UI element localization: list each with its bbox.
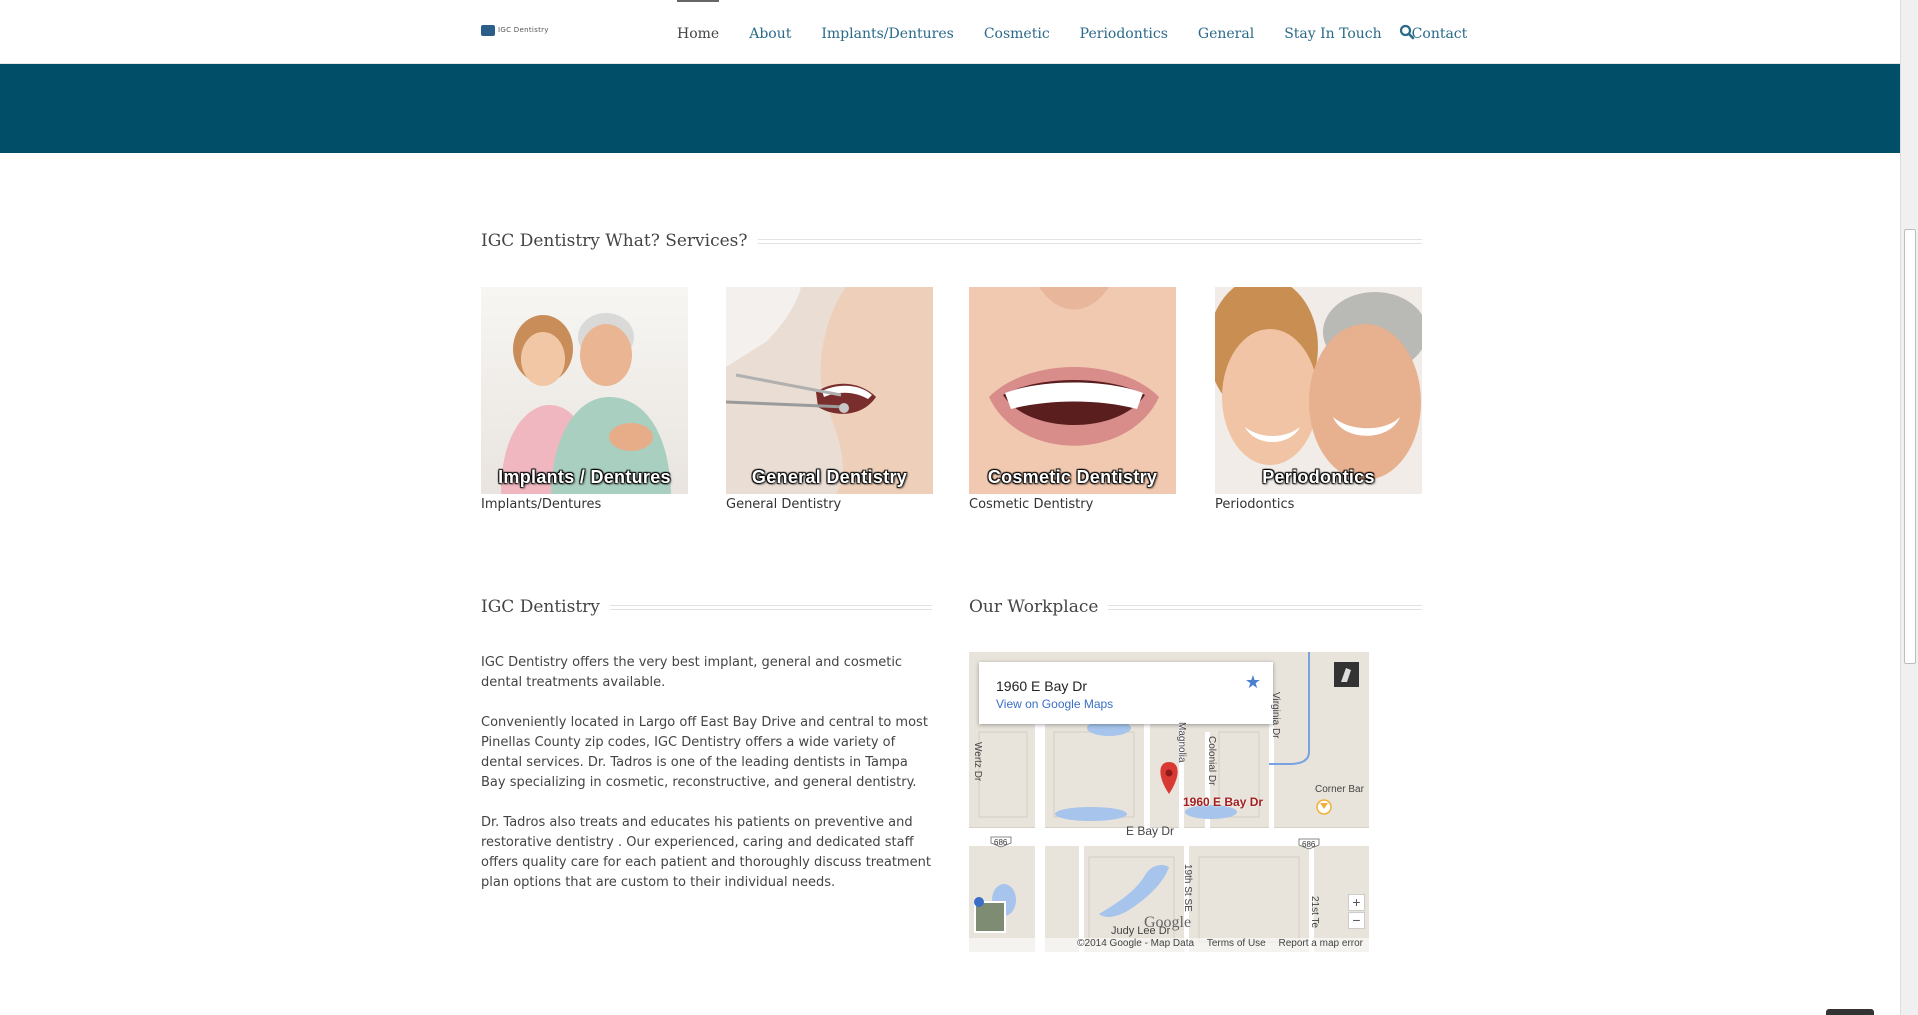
service-caption[interactable]: General Dentistry bbox=[726, 497, 933, 512]
main-nav: Home About Implants/Dentures Cosmetic Pe… bbox=[662, 0, 1482, 64]
back-to-top-tab[interactable] bbox=[1826, 1009, 1874, 1015]
zoom-out-button[interactable]: − bbox=[1348, 912, 1365, 929]
site-logo[interactable]: IGC Dentistry bbox=[481, 22, 569, 38]
service-card-general[interactable]: General Dentistry General Dentistry bbox=[726, 287, 933, 512]
nav-about[interactable]: About bbox=[734, 0, 806, 64]
logo-mark-icon bbox=[481, 24, 495, 36]
about-paragraph: Conveniently located in Largo off East B… bbox=[481, 715, 928, 790]
heading-divider bbox=[609, 604, 932, 610]
google-brand: Google bbox=[1144, 914, 1192, 931]
map-road-label: E Bay Dr bbox=[1126, 824, 1175, 838]
heading-divider bbox=[1108, 604, 1422, 610]
street-label: Virginia Dr bbox=[1270, 692, 1281, 739]
page-banner bbox=[0, 64, 1900, 153]
street-label: Magnolia bbox=[1176, 722, 1187, 763]
map-report-link[interactable]: Report a map error bbox=[1279, 938, 1363, 949]
workplace-heading: Our Workplace bbox=[969, 597, 1422, 617]
poi-label: Corner Bar bbox=[1315, 784, 1364, 795]
service-overlay-label: General Dentistry bbox=[751, 467, 908, 487]
search-icon[interactable] bbox=[1399, 24, 1415, 40]
service-overlay-label: Implants / Dentures bbox=[498, 467, 671, 487]
street-label: Wertz Dr bbox=[972, 742, 983, 782]
services-heading: IGC Dentistry What? Services? bbox=[481, 231, 1422, 251]
map-copyright: ©2014 Google - Map Data bbox=[1077, 938, 1195, 949]
street-label: 19th St SE bbox=[1182, 864, 1193, 912]
route-badge: 686 bbox=[994, 838, 1008, 847]
service-overlay-label: Periodontics bbox=[1262, 467, 1375, 487]
logo-text: IGC Dentistry bbox=[498, 26, 549, 34]
service-image-implants[interactable]: Implants / Dentures bbox=[481, 287, 688, 494]
nav-home[interactable]: Home bbox=[662, 0, 734, 64]
street-label: Colonial Dr bbox=[1206, 736, 1217, 786]
service-image-general[interactable]: General Dentistry bbox=[726, 287, 933, 494]
service-image-periodontics[interactable]: Periodontics bbox=[1215, 287, 1422, 494]
scrollbar-thumb[interactable] bbox=[1904, 229, 1916, 664]
nav-periodontics[interactable]: Periodontics bbox=[1065, 0, 1183, 64]
map-terms-link[interactable]: Terms of Use bbox=[1207, 938, 1266, 949]
map-footer: ©2014 Google - Map Data Terms of Use Rep… bbox=[969, 938, 1369, 952]
nav-implants-dentures[interactable]: Implants/Dentures bbox=[806, 0, 968, 64]
service-card-cosmetic[interactable]: Cosmetic Dentistry Cosmetic Dentistry bbox=[969, 287, 1176, 512]
service-card-implants[interactable]: Implants / Dentures Implants/Dentures bbox=[481, 287, 688, 512]
save-star-icon[interactable]: ★ bbox=[1245, 672, 1261, 693]
about-paragraph: IGC Dentistry offers the very best impla… bbox=[481, 655, 903, 690]
google-map[interactable]: 1960 E Bay Dr View on Google Maps ★ 1960… bbox=[969, 652, 1369, 952]
service-caption[interactable]: Cosmetic Dentistry bbox=[969, 497, 1176, 512]
nav-stay-in-touch[interactable]: Stay In Touch bbox=[1269, 0, 1396, 64]
route-badge: 686 bbox=[1302, 840, 1316, 849]
services-grid: Implants / Dentures Implants/Dentures Ge… bbox=[481, 287, 1422, 517]
service-caption[interactable]: Periodontics bbox=[1215, 497, 1422, 512]
site-header: IGC Dentistry Home About Implants/Dentur… bbox=[0, 0, 1900, 64]
street-label: 21st Te bbox=[1309, 896, 1320, 929]
service-caption[interactable]: Implants/Dentures bbox=[481, 497, 688, 512]
nav-cosmetic[interactable]: Cosmetic bbox=[969, 0, 1065, 64]
about-text: IGC Dentistry offers the very best impla… bbox=[481, 653, 932, 913]
zoom-in-button[interactable]: + bbox=[1348, 894, 1365, 911]
view-on-google-maps-link[interactable]: View on Google Maps bbox=[996, 697, 1113, 711]
about-paragraph: Dr. Tadros also treats and educates his … bbox=[481, 815, 931, 890]
about-heading: IGC Dentistry bbox=[481, 597, 932, 617]
service-card-periodontics[interactable]: Periodontics Periodontics bbox=[1215, 287, 1422, 512]
nav-general[interactable]: General bbox=[1183, 0, 1269, 64]
map-info-address: 1960 E Bay Dr bbox=[996, 678, 1088, 694]
page-scrollbar[interactable] bbox=[1900, 0, 1918, 1015]
service-overlay-label: Cosmetic Dentistry bbox=[987, 467, 1158, 487]
heading-divider bbox=[757, 238, 1422, 244]
service-image-cosmetic[interactable]: Cosmetic Dentistry bbox=[969, 287, 1176, 494]
map-marker-label: 1960 E Bay Dr bbox=[1183, 795, 1264, 809]
map-info-window: 1960 E Bay Dr View on Google Maps ★ bbox=[979, 662, 1273, 724]
